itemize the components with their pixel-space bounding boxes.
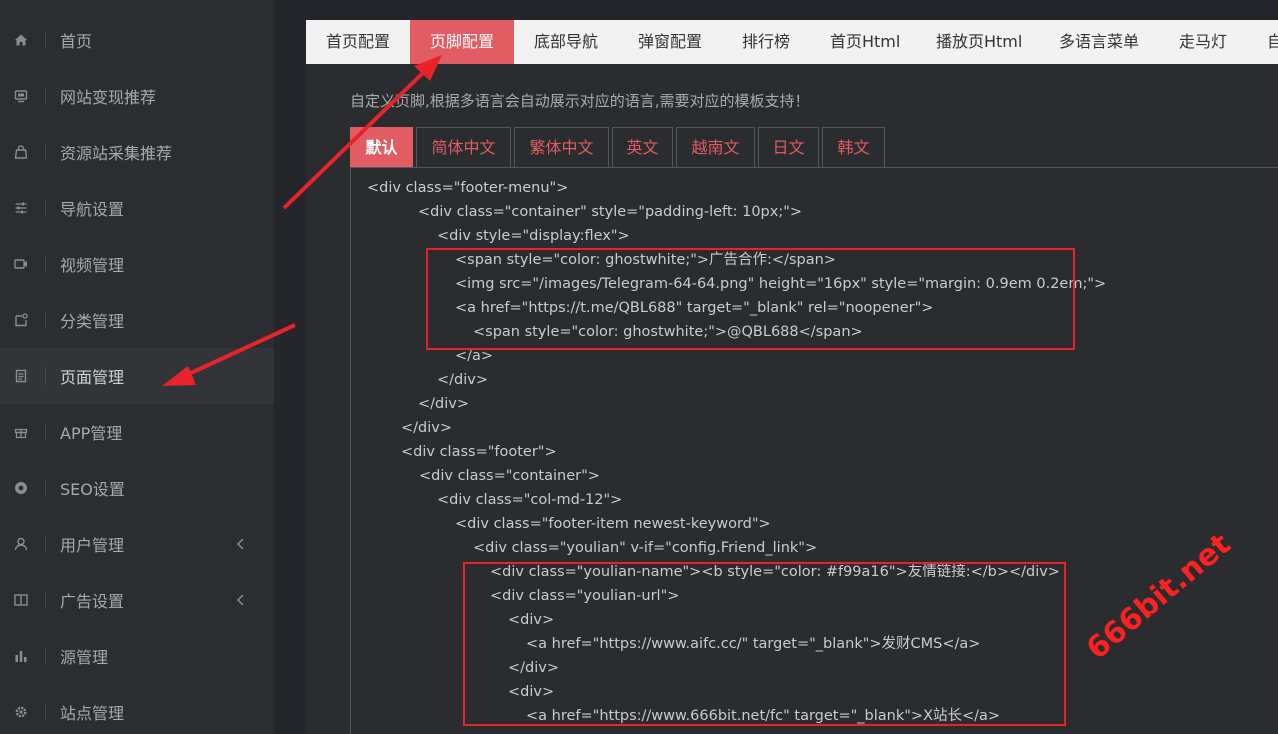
sidebar-separator [45, 703, 46, 721]
code-line: <div class="footer"> [401, 444, 557, 460]
bag-icon [14, 145, 28, 159]
tab-ranking[interactable]: 排行榜 [722, 20, 810, 64]
sidebar-item-pages[interactable]: 页面管理 [0, 348, 274, 404]
sidebar: 首页 网站变现推荐 资源站采集推荐 导航设置 视频管理 分类管理 页面管理 AP… [0, 0, 274, 734]
sidebar-item-seo[interactable]: SEO设置 [0, 460, 274, 516]
lang-tab-simplified-chinese[interactable]: 简体中文 [416, 127, 511, 168]
sliders-icon [14, 201, 28, 215]
code-line: <div class="container"> [419, 468, 600, 484]
tab-multilang-menu[interactable]: 多语言菜单 [1039, 20, 1159, 64]
sidebar-separator [45, 367, 46, 385]
sidebar-item-label: 资源站采集推荐 [60, 144, 173, 163]
lang-tab-japanese[interactable]: 日文 [758, 127, 819, 168]
sidebar-separator [45, 199, 46, 217]
sidebar-separator [45, 423, 46, 441]
sidebar-item-resource[interactable]: 资源站采集推荐 [0, 124, 274, 180]
sidebar-item-users[interactable]: 用户管理 [0, 516, 274, 572]
sidebar-item-video[interactable]: 视频管理 [0, 236, 274, 292]
tab-footer-config[interactable]: 页脚配置 [410, 20, 514, 64]
sidebar-item-label: 导航设置 [60, 200, 125, 219]
tab-popup-config[interactable]: 弹窗配置 [618, 20, 722, 64]
sidebar-item-sites[interactable]: 站点管理 [0, 684, 274, 734]
gift-icon [14, 425, 28, 439]
sidebar-separator [45, 255, 46, 273]
tab-marquee[interactable]: 走马灯 [1159, 20, 1247, 64]
bar-chart-icon [14, 649, 28, 663]
book-icon [14, 593, 28, 607]
code-line: </div> [401, 420, 452, 436]
sidebar-item-navigation[interactable]: 导航设置 [0, 180, 274, 236]
sidebar-separator [45, 647, 46, 665]
document-icon [14, 369, 28, 383]
sidebar-item-label: 站点管理 [60, 704, 125, 723]
tab-home-config[interactable]: 首页配置 [306, 20, 410, 64]
sidebar-item-home[interactable]: 首页 [0, 12, 274, 68]
sidebar-item-label: APP管理 [60, 424, 123, 443]
sidebar-item-label: 用户管理 [60, 536, 125, 555]
folder-icon [14, 313, 28, 327]
sidebar-item-category[interactable]: 分类管理 [0, 292, 274, 348]
code-line: <div class="col-md-12"> [437, 492, 623, 508]
code-line: <div class="youlian" v-if="config.Friend… [473, 540, 818, 556]
highlight-box-friend-links [463, 562, 1066, 726]
sidebar-item-monetize[interactable]: 网站变现推荐 [0, 68, 274, 124]
tab-bottom-nav[interactable]: 底部导航 [514, 20, 618, 64]
sidebar-item-label: 首页 [60, 32, 93, 51]
code-line: </div> [418, 396, 469, 412]
sidebar-item-app[interactable]: APP管理 [0, 404, 274, 460]
content-gutter [274, 0, 306, 734]
sidebar-item-label: 网站变现推荐 [60, 88, 157, 107]
sidebar-separator [45, 535, 46, 553]
lang-tab-korean[interactable]: 韩文 [822, 127, 885, 168]
footer-config-description: 自定义页脚,根据多语言会自动展示对应的语言,需要对应的模板支持！ [350, 92, 810, 110]
sidebar-separator [45, 479, 46, 497]
chevron-left-icon[interactable] [232, 591, 250, 609]
chrome-icon [14, 481, 28, 495]
user-icon [14, 537, 28, 551]
lang-tab-vietnamese[interactable]: 越南文 [676, 127, 755, 168]
sidebar-item-label: 广告设置 [60, 592, 125, 611]
sidebar-separator [45, 143, 46, 161]
video-icon [14, 257, 28, 271]
sidebar-separator [45, 591, 46, 609]
config-tabs: 首页配置 页脚配置 底部导航 弹窗配置 排行榜 首页Html 播放页Html 多… [306, 20, 1278, 64]
sidebar-item-label: 页面管理 [60, 368, 125, 387]
lang-tab-default[interactable]: 默认 [350, 127, 413, 168]
chevron-left-icon[interactable] [232, 535, 250, 553]
language-tabs: 默认 简体中文 繁体中文 英文 越南文 日文 韩文 [350, 127, 888, 168]
monitor-icon [14, 89, 28, 103]
tab-player-html[interactable]: 播放页Html [916, 20, 1039, 64]
sidebar-item-label: 分类管理 [60, 312, 125, 331]
app-root: 首页 网站变现推荐 资源站采集推荐 导航设置 视频管理 分类管理 页面管理 AP… [0, 0, 1278, 734]
sidebar-item-label: 视频管理 [60, 256, 125, 275]
sidebar-item-ads[interactable]: 广告设置 [0, 572, 274, 628]
code-line: <div class="footer-menu"> [367, 180, 569, 196]
sidebar-item-label: SEO设置 [60, 480, 125, 499]
highlight-box-ad-contact [426, 248, 1075, 350]
lang-tab-english[interactable]: 英文 [612, 127, 673, 168]
code-line: <div class="footer-item newest-keyword"> [455, 516, 771, 532]
tab-more[interactable]: 自 [1247, 20, 1278, 64]
home-icon [14, 33, 28, 47]
sidebar-separator [45, 31, 46, 49]
code-line: <div style="display:flex"> [437, 228, 630, 244]
lang-tab-traditional-chinese[interactable]: 繁体中文 [514, 127, 609, 168]
gear-icon [14, 705, 28, 719]
sidebar-separator [45, 311, 46, 329]
code-line: <div class="container" style="padding-le… [418, 204, 803, 220]
tab-home-html[interactable]: 首页Html [810, 20, 916, 64]
sidebar-item-label: 源管理 [60, 648, 109, 667]
sidebar-separator [45, 87, 46, 105]
sidebar-item-sources[interactable]: 源管理 [0, 628, 274, 684]
code-line: </div> [437, 372, 488, 388]
